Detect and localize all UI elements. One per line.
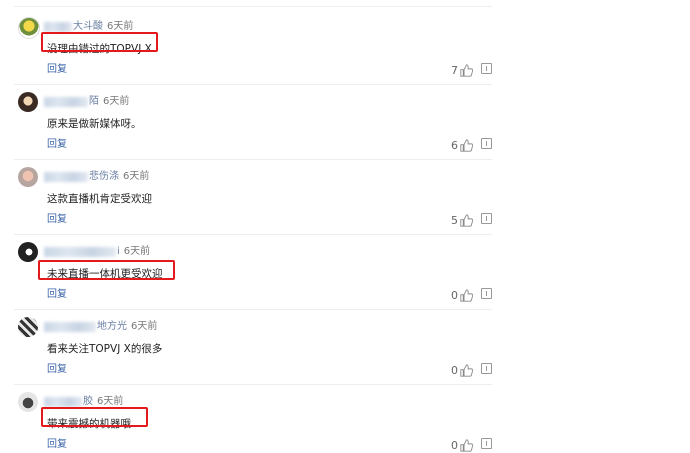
- thumbs-up-icon: [460, 214, 473, 227]
- top-divider: [14, 6, 492, 7]
- reply-button[interactable]: 回复: [47, 214, 67, 226]
- username[interactable]: 陌: [89, 96, 99, 107]
- username[interactable]: 悲伤涤: [89, 171, 119, 182]
- comment-meta: 悲伤涤 6天前: [89, 170, 149, 183]
- reply-button[interactable]: 回复: [47, 364, 67, 376]
- comment-text: 这款直播机肯定受欢迎: [47, 193, 152, 205]
- report-icon[interactable]: [481, 363, 492, 374]
- report-icon[interactable]: [481, 213, 492, 224]
- timestamp: 6天前: [107, 21, 134, 32]
- blurred-username: [44, 247, 116, 257]
- comment-item: 陌 6天前 原来是做新媒体呀。 回复 6: [0, 85, 690, 160]
- avatar[interactable]: [18, 392, 38, 412]
- reply-button[interactable]: 回复: [47, 289, 67, 301]
- timestamp: 6天前: [131, 321, 158, 332]
- thumbs-up-icon: [460, 139, 473, 152]
- thumbs-up-icon: [460, 64, 473, 77]
- reply-button[interactable]: 回复: [47, 139, 67, 151]
- like-button[interactable]: 6: [451, 139, 473, 152]
- like-count: 5: [451, 213, 458, 227]
- blurred-username: [44, 322, 96, 332]
- timestamp: 6天前: [123, 171, 150, 182]
- thumbs-up-icon: [460, 289, 473, 302]
- comment-text: 原来是做新媒体呀。: [47, 118, 142, 130]
- highlight-box: [41, 407, 148, 427]
- username[interactable]: 地方光: [97, 321, 127, 332]
- highlight-box: [41, 32, 158, 52]
- report-icon[interactable]: [481, 438, 492, 449]
- avatar[interactable]: [18, 17, 40, 39]
- like-count: 0: [451, 288, 458, 302]
- like-count: 0: [451, 438, 458, 452]
- comment-text: 看来关注TOPVJ X的很多: [47, 343, 163, 355]
- like-count: 0: [451, 363, 458, 377]
- like-button[interactable]: 5: [451, 214, 473, 227]
- blurred-username: [44, 97, 88, 107]
- like-button[interactable]: 0: [451, 439, 473, 452]
- like-button[interactable]: 0: [451, 289, 473, 302]
- avatar[interactable]: [18, 242, 38, 262]
- like-button[interactable]: 7: [451, 64, 473, 77]
- blurred-username: [44, 397, 82, 407]
- username[interactable]: 大斗酸: [73, 21, 103, 32]
- comment-meta: 地方光 6天前: [97, 320, 157, 333]
- report-icon[interactable]: [481, 288, 492, 299]
- like-button[interactable]: 0: [451, 364, 473, 377]
- like-count: 7: [451, 63, 458, 77]
- report-icon[interactable]: [481, 63, 492, 74]
- comment-meta: i 6天前: [117, 245, 150, 258]
- blurred-username: [44, 172, 88, 182]
- avatar[interactable]: [18, 92, 38, 112]
- thumbs-up-icon: [460, 439, 473, 452]
- avatar[interactable]: [18, 317, 38, 337]
- username[interactable]: i: [117, 246, 120, 257]
- timestamp: 6天前: [103, 96, 130, 107]
- report-icon[interactable]: [481, 138, 492, 149]
- comment-item: 悲伤涤 6天前 这款直播机肯定受欢迎 回复 5: [0, 160, 690, 235]
- timestamp: 6天前: [123, 246, 151, 257]
- reply-button[interactable]: 回复: [47, 439, 67, 451]
- reply-button[interactable]: 回复: [47, 64, 67, 76]
- avatar[interactable]: [18, 167, 38, 187]
- timestamp: 6天前: [97, 396, 124, 407]
- username[interactable]: 胶: [83, 396, 93, 407]
- thumbs-up-icon: [460, 364, 473, 377]
- blurred-username: [44, 22, 72, 32]
- highlight-box: [38, 260, 175, 280]
- comment-meta: 陌 6天前: [89, 95, 129, 108]
- like-count: 6: [451, 138, 458, 152]
- comment-item: 地方光 6天前 看来关注TOPVJ X的很多 回复 0: [0, 310, 690, 385]
